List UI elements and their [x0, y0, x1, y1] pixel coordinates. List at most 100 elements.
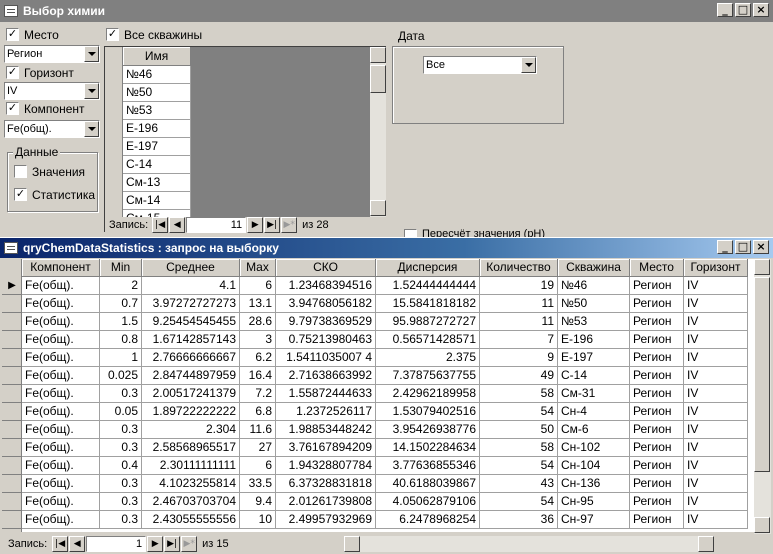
- table-cell[interactable]: №53: [558, 313, 630, 331]
- table-cell[interactable]: См-31: [558, 385, 630, 403]
- column-header[interactable]: Горизонт: [684, 259, 748, 277]
- table-cell[interactable]: 1.23468394516: [276, 277, 376, 295]
- table-cell[interactable]: 11: [480, 295, 558, 313]
- scroll-down-button[interactable]: [370, 200, 386, 216]
- component-combo[interactable]: Fe(общ).: [4, 120, 100, 138]
- table-cell[interactable]: Регион: [630, 439, 684, 457]
- query-record-number[interactable]: 1: [86, 536, 147, 552]
- table-cell[interactable]: 1.55872444633: [276, 385, 376, 403]
- table-cell[interactable]: 0.4: [100, 457, 142, 475]
- well-list-item[interactable]: №50: [123, 84, 191, 102]
- table-cell[interactable]: 2.49957932969: [276, 511, 376, 529]
- table-cell[interactable]: 2.42962189958: [376, 385, 480, 403]
- table-cell[interactable]: 54: [480, 457, 558, 475]
- table-cell[interactable]: IV: [684, 475, 748, 493]
- table-cell[interactable]: 3.94768056182: [276, 295, 376, 313]
- wells-column-header[interactable]: Имя: [123, 47, 191, 66]
- table-cell[interactable]: IV: [684, 493, 748, 511]
- table-cell[interactable]: Регион: [630, 313, 684, 331]
- table-cell[interactable]: Регион: [630, 277, 684, 295]
- row-selector[interactable]: [2, 331, 22, 349]
- table-cell[interactable]: 2.46703703704: [142, 493, 240, 511]
- row-selector[interactable]: [2, 493, 22, 511]
- table-cell[interactable]: 3.97272727273: [142, 295, 240, 313]
- scroll-right-button[interactable]: [697, 536, 714, 552]
- table-cell[interactable]: 54: [480, 403, 558, 421]
- table-cell[interactable]: Fe(общ).: [22, 403, 100, 421]
- column-header[interactable]: Количество: [480, 259, 558, 277]
- scroll-up-button[interactable]: [370, 47, 386, 63]
- table-cell[interactable]: 9.4: [240, 493, 276, 511]
- next-record-button[interactable]: ▶: [247, 216, 264, 233]
- table-cell[interactable]: Fe(общ).: [22, 511, 100, 529]
- query-vertical-scrollbar[interactable]: [754, 259, 771, 534]
- column-header[interactable]: СКО: [276, 259, 376, 277]
- table-cell[interactable]: 36: [480, 511, 558, 529]
- table-cell[interactable]: Регион: [630, 295, 684, 313]
- column-header[interactable]: Скважина: [558, 259, 630, 277]
- well-list-item[interactable]: Е-197: [123, 138, 191, 156]
- row-selector[interactable]: [2, 475, 22, 493]
- last-record-button[interactable]: ▶|: [164, 536, 181, 552]
- table-cell[interactable]: Fe(общ).: [22, 349, 100, 367]
- table-cell[interactable]: 0.3: [100, 493, 142, 511]
- well-list-item[interactable]: См-13: [123, 174, 191, 192]
- row-selector[interactable]: [2, 385, 22, 403]
- table-cell[interactable]: 43: [480, 475, 558, 493]
- well-list-item[interactable]: №46: [123, 66, 191, 84]
- table-cell[interactable]: Fe(общ).: [22, 421, 100, 439]
- table-cell[interactable]: Fe(общ).: [22, 493, 100, 511]
- table-cell[interactable]: 2.00517241379: [142, 385, 240, 403]
- table-cell[interactable]: Fe(общ).: [22, 277, 100, 295]
- table-cell[interactable]: 0.75213980463: [276, 331, 376, 349]
- table-cell[interactable]: 40.6188039867: [376, 475, 480, 493]
- table-cell[interactable]: IV: [684, 403, 748, 421]
- table-cell[interactable]: 11.6: [240, 421, 276, 439]
- table-cell[interactable]: 9.79738369529: [276, 313, 376, 331]
- location-combo[interactable]: Регион: [4, 45, 100, 63]
- table-cell[interactable]: 1.52444444444: [376, 277, 480, 295]
- table-cell[interactable]: 6: [240, 277, 276, 295]
- table-cell[interactable]: Сн-136: [558, 475, 630, 493]
- table-cell[interactable]: С-14: [558, 367, 630, 385]
- table-cell[interactable]: 2.01261739808: [276, 493, 376, 511]
- close-button[interactable]: ×: [753, 3, 769, 17]
- table-cell[interactable]: Сн-97: [558, 511, 630, 529]
- row-selector[interactable]: [2, 349, 22, 367]
- table-cell[interactable]: Регион: [630, 403, 684, 421]
- wells-scrollbar[interactable]: [370, 47, 386, 217]
- table-cell[interactable]: IV: [684, 439, 748, 457]
- table-cell[interactable]: 15.5841818182: [376, 295, 480, 313]
- table-cell[interactable]: 1: [100, 349, 142, 367]
- table-cell[interactable]: Е-196: [558, 331, 630, 349]
- table-cell[interactable]: 1.98853448242: [276, 421, 376, 439]
- table-cell[interactable]: 0.3: [100, 511, 142, 529]
- table-cell[interactable]: Регион: [630, 331, 684, 349]
- table-cell[interactable]: См-6: [558, 421, 630, 439]
- table-cell[interactable]: IV: [684, 349, 748, 367]
- table-cell[interactable]: Fe(общ).: [22, 367, 100, 385]
- table-cell[interactable]: 1.2372526117: [276, 403, 376, 421]
- table-cell[interactable]: 6.37328831818: [276, 475, 376, 493]
- table-cell[interactable]: 13.1: [240, 295, 276, 313]
- table-cell[interactable]: Fe(общ).: [22, 439, 100, 457]
- values-checkbox[interactable]: [14, 165, 27, 178]
- table-cell[interactable]: 2.304: [142, 421, 240, 439]
- table-cell[interactable]: 7.2: [240, 385, 276, 403]
- table-cell[interactable]: 1.89722222222: [142, 403, 240, 421]
- table-cell[interactable]: 4.1: [142, 277, 240, 295]
- table-cell[interactable]: IV: [684, 295, 748, 313]
- last-record-button[interactable]: ▶|: [264, 216, 281, 233]
- table-cell[interactable]: 7.37875637755: [376, 367, 480, 385]
- horizontal-scrollbar[interactable]: [343, 536, 714, 552]
- query-minimize-button[interactable]: _: [717, 240, 733, 254]
- table-cell[interactable]: Регион: [630, 457, 684, 475]
- well-list-item[interactable]: См-14: [123, 192, 191, 210]
- table-cell[interactable]: 2.71638663992: [276, 367, 376, 385]
- column-header[interactable]: Min: [100, 259, 142, 277]
- table-cell[interactable]: IV: [684, 367, 748, 385]
- current-row-indicator[interactable]: ▶: [2, 277, 22, 295]
- table-cell[interactable]: 2: [100, 277, 142, 295]
- date-combo[interactable]: Все: [423, 56, 537, 74]
- table-cell[interactable]: 9: [480, 349, 558, 367]
